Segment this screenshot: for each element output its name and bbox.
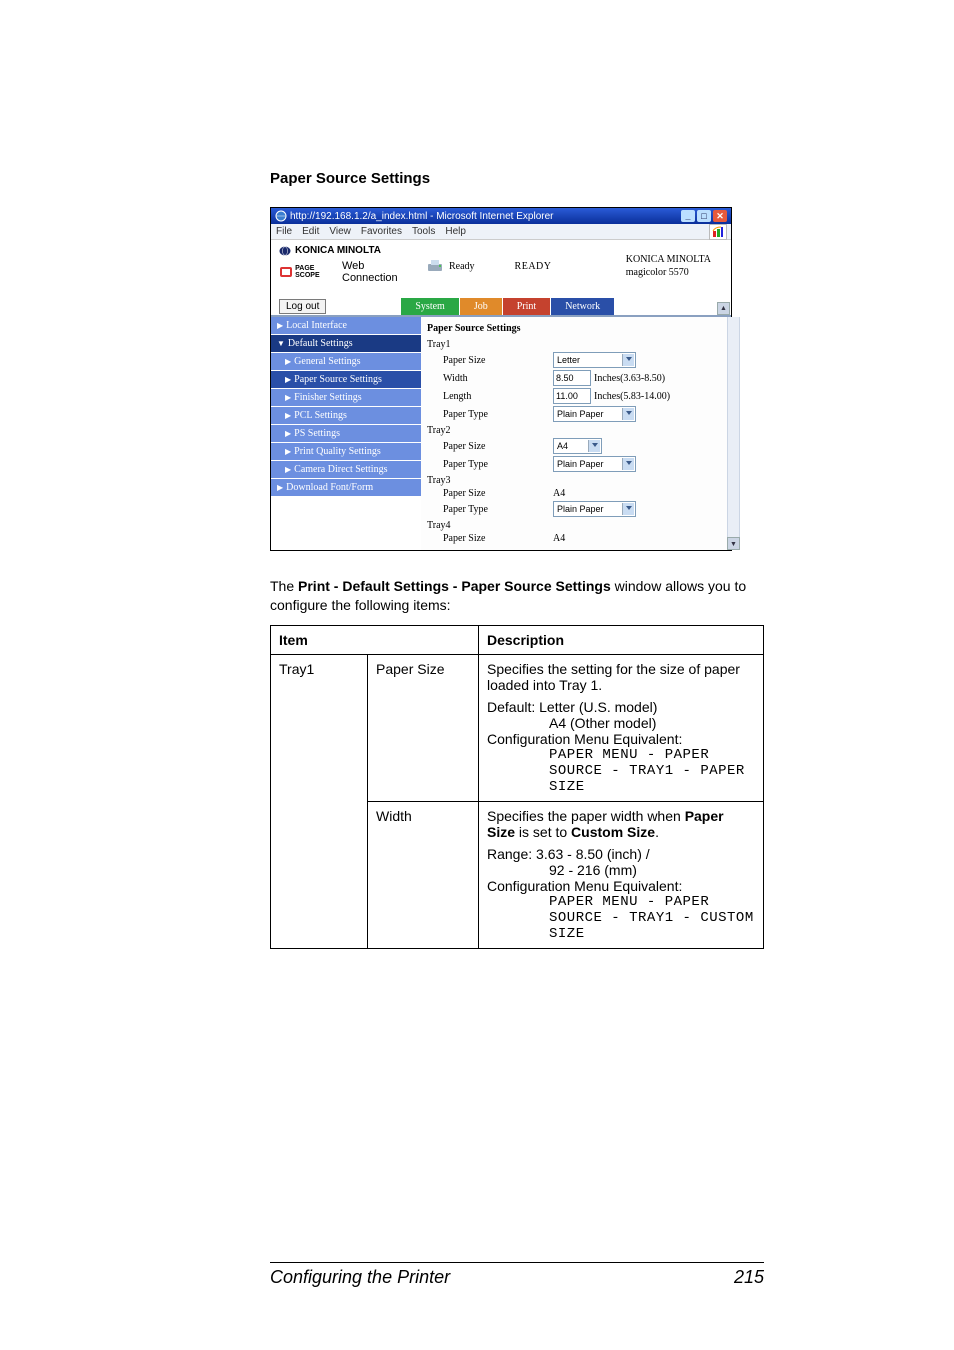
sidebar-item-general-settings[interactable]: ▶General Settings [271, 353, 421, 371]
menu-file[interactable]: File [276, 226, 292, 237]
footer-page-number: 215 [734, 1267, 764, 1288]
menu-view[interactable]: View [329, 226, 351, 237]
th-description: Description [479, 625, 764, 654]
printer-status-icon [426, 257, 446, 275]
tabs: System Job Print Network [401, 298, 615, 315]
window-title: http://192.168.1.2/a_index.html - Micros… [290, 211, 553, 222]
tray1-width-label: Width [427, 373, 553, 384]
tray1-papersize-label: Paper Size [427, 355, 553, 366]
scrollbar-track[interactable] [727, 317, 740, 538]
tab-system[interactable]: System [401, 298, 459, 315]
tray1-width-hint: Inches(3.63-8.50) [594, 373, 665, 384]
pagescope-icon [279, 266, 292, 278]
scroll-up-icon[interactable]: ▲ [717, 302, 730, 315]
tab-network[interactable]: Network [551, 298, 615, 315]
logout-button[interactable]: Log out [279, 299, 326, 314]
sidebar-item-ps-settings[interactable]: ▶PS Settings [271, 425, 421, 443]
pagescope-label: Web Connection [342, 260, 418, 284]
menu-bar: File Edit View Favorites Tools Help [271, 224, 731, 240]
menu-tools[interactable]: Tools [412, 226, 435, 237]
km-logo-icon [279, 246, 291, 256]
tray3-papersize-value: A4 [553, 488, 565, 499]
settings-table: Item Description Tray1 Paper Size Specif… [270, 625, 764, 949]
sidebar-item-print-quality-settings[interactable]: ▶Print Quality Settings [271, 443, 421, 461]
cell-papersize-desc: Specifies the setting for the size of pa… [479, 654, 764, 801]
minimize-button[interactable]: _ [681, 210, 695, 222]
cell-width-desc: Specifies the paper width when Paper Siz… [479, 801, 764, 948]
tray1-length-hint: Inches(5.83-14.00) [594, 391, 670, 402]
tab-job[interactable]: Job [460, 298, 503, 315]
intro-paragraph: The Print - Default Settings - Paper Sou… [270, 577, 764, 615]
sidebar-item-local-interface[interactable]: ▶Local Interface [271, 317, 421, 335]
sidebar-item-paper-source-settings[interactable]: ▶Paper Source Settings [271, 371, 421, 389]
brand-block: KONICA MINOLTA PAGE SCOPE Web Connection [271, 240, 426, 292]
pagescope-small: PAGE SCOPE [295, 265, 338, 279]
tray3-title: Tray3 [427, 475, 553, 486]
sidebar-item-finisher-settings[interactable]: ▶Finisher Settings [271, 389, 421, 407]
tray1-papersize-select[interactable]: Letter [553, 352, 636, 368]
tray1-length-input[interactable]: 11.00 [553, 388, 591, 404]
ie-throbber-icon [709, 224, 727, 240]
tray1-papertype-select[interactable]: Plain Paper [553, 406, 636, 422]
ie-icon [275, 210, 287, 222]
content-heading: Paper Source Settings [427, 323, 729, 334]
tray1-width-input[interactable]: 8.50 [553, 370, 591, 386]
tray2-title: Tray2 [427, 425, 553, 436]
status-ready-word: READY [515, 261, 552, 272]
tray3-papertype-select[interactable]: Plain Paper [553, 501, 636, 517]
close-button[interactable]: ✕ [713, 210, 727, 222]
menu-edit[interactable]: Edit [302, 226, 319, 237]
tab-print[interactable]: Print [503, 298, 551, 315]
page-footer: Configuring the Printer 215 [270, 1262, 764, 1288]
app-screenshot: http://192.168.1.2/a_index.html - Micros… [270, 207, 732, 551]
content-panel: Paper Source Settings Tray1 Paper Size L… [421, 317, 731, 550]
window-titlebar: http://192.168.1.2/a_index.html - Micros… [271, 208, 731, 224]
status-ready-small: Ready [449, 261, 475, 272]
th-item: Item [271, 625, 479, 654]
tray1-title: Tray1 [427, 339, 553, 350]
tray3-papersize-label: Paper Size [427, 488, 553, 499]
footer-title: Configuring the Printer [270, 1267, 450, 1288]
tray2-papersize-select[interactable]: A4 [553, 438, 602, 454]
menu-favorites[interactable]: Favorites [361, 226, 402, 237]
sidebar-item-camera-direct-settings[interactable]: ▶Camera Direct Settings [271, 461, 421, 479]
tray4-papersize-label: Paper Size [427, 533, 553, 544]
brand-name: KONICA MINOLTA [295, 245, 381, 256]
tray4-papersize-value: A4 [553, 533, 565, 544]
tray4-title: Tray4 [427, 520, 553, 531]
tray2-papertype-label: Paper Type [427, 459, 553, 470]
scroll-down-icon[interactable]: ▼ [727, 537, 740, 550]
cell-papersize: Paper Size [368, 654, 479, 801]
tray1-length-label: Length [427, 391, 553, 402]
cell-width: Width [368, 801, 479, 948]
sidebar: ▶Local Interface ▼Default Settings ▶Gene… [271, 317, 421, 550]
tray2-papersize-label: Paper Size [427, 441, 553, 452]
tray1-papertype-label: Paper Type [427, 409, 553, 420]
maximize-button[interactable]: □ [697, 210, 711, 222]
sidebar-item-default-settings[interactable]: ▼Default Settings [271, 335, 421, 353]
sidebar-item-pcl-settings[interactable]: ▶PCL Settings [271, 407, 421, 425]
model-block: KONICA MINOLTA magicolor 5570 [626, 253, 731, 279]
sidebar-item-download-font-form[interactable]: ▶Download Font/Form [271, 479, 421, 497]
tray2-papertype-select[interactable]: Plain Paper [553, 456, 636, 472]
section-heading: Paper Source Settings [270, 170, 764, 187]
cell-tray1: Tray1 [271, 654, 368, 948]
tray3-papertype-label: Paper Type [427, 504, 553, 515]
menu-help[interactable]: Help [445, 226, 466, 237]
